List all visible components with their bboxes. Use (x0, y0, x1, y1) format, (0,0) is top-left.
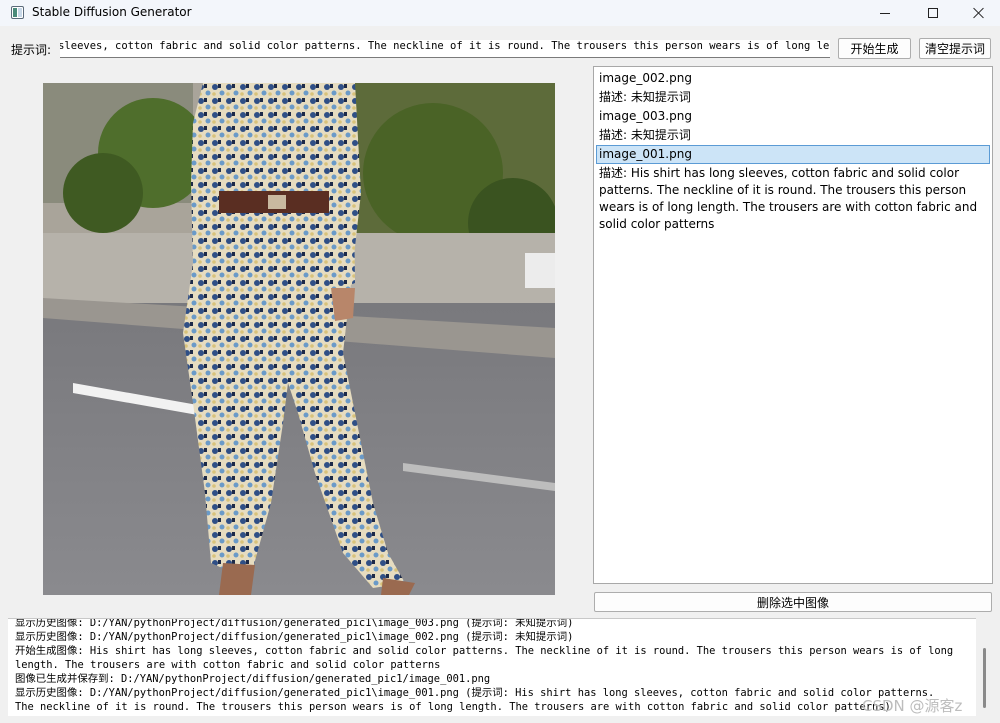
log-scrollbar[interactable] (979, 618, 993, 716)
maximize-button[interactable] (910, 0, 956, 26)
log-output[interactable]: 显示历史图像: D:/YAN/pythonProject/diffusion/g… (8, 618, 976, 716)
history-item-selected[interactable]: image_001.png (596, 145, 990, 164)
prompt-input[interactable]: His shirt has long sleeves, cotton fabri… (60, 40, 830, 58)
title-bar: Stable Diffusion Generator (0, 0, 1000, 26)
history-item[interactable]: image_003.png (596, 107, 990, 126)
clear-prompt-button[interactable]: 清空提示词 (919, 38, 991, 59)
close-icon (973, 7, 985, 19)
minimize-button[interactable] (862, 0, 908, 26)
delete-selected-button[interactable]: 删除选中图像 (594, 592, 992, 612)
log-scrollbar-thumb[interactable] (983, 648, 986, 708)
window-title: Stable Diffusion Generator (32, 5, 192, 19)
app-window-icon (11, 6, 24, 19)
generated-image (43, 83, 555, 595)
history-item-description[interactable]: 描述: 未知提示词 (596, 88, 990, 107)
maximize-icon (928, 8, 938, 18)
history-list[interactable]: image_002.png 描述: 未知提示词 image_003.png 描述… (593, 66, 993, 584)
log-line: 图像已生成并保存到: D:/YAN/pythonProject/diffusio… (15, 673, 491, 685)
prompt-label: 提示词: (11, 43, 52, 57)
prompt-input-text: His shirt has long sleeves, cotton fabri… (60, 40, 830, 52)
history-item-description[interactable]: 描述: 未知提示词 (596, 126, 990, 145)
generate-button[interactable]: 开始生成 (838, 38, 911, 59)
minimize-icon (880, 12, 890, 14)
log-line: 显示历史图像: D:/YAN/pythonProject/diffusion/g… (15, 618, 574, 629)
close-button[interactable] (956, 0, 1000, 26)
history-item[interactable]: image_002.png (596, 69, 990, 88)
generated-image-picture (43, 83, 555, 595)
log-line: 显示历史图像: D:/YAN/pythonProject/diffusion/g… (15, 687, 935, 713)
log-line: 开始生成图像: His shirt has long sleeves, cott… (15, 645, 954, 671)
watermark: CSDN @源客z (862, 697, 963, 715)
history-item-description[interactable]: 描述: His shirt has long sleeves, cotton f… (596, 164, 990, 234)
log-line: 显示历史图像: D:/YAN/pythonProject/diffusion/g… (15, 631, 574, 643)
